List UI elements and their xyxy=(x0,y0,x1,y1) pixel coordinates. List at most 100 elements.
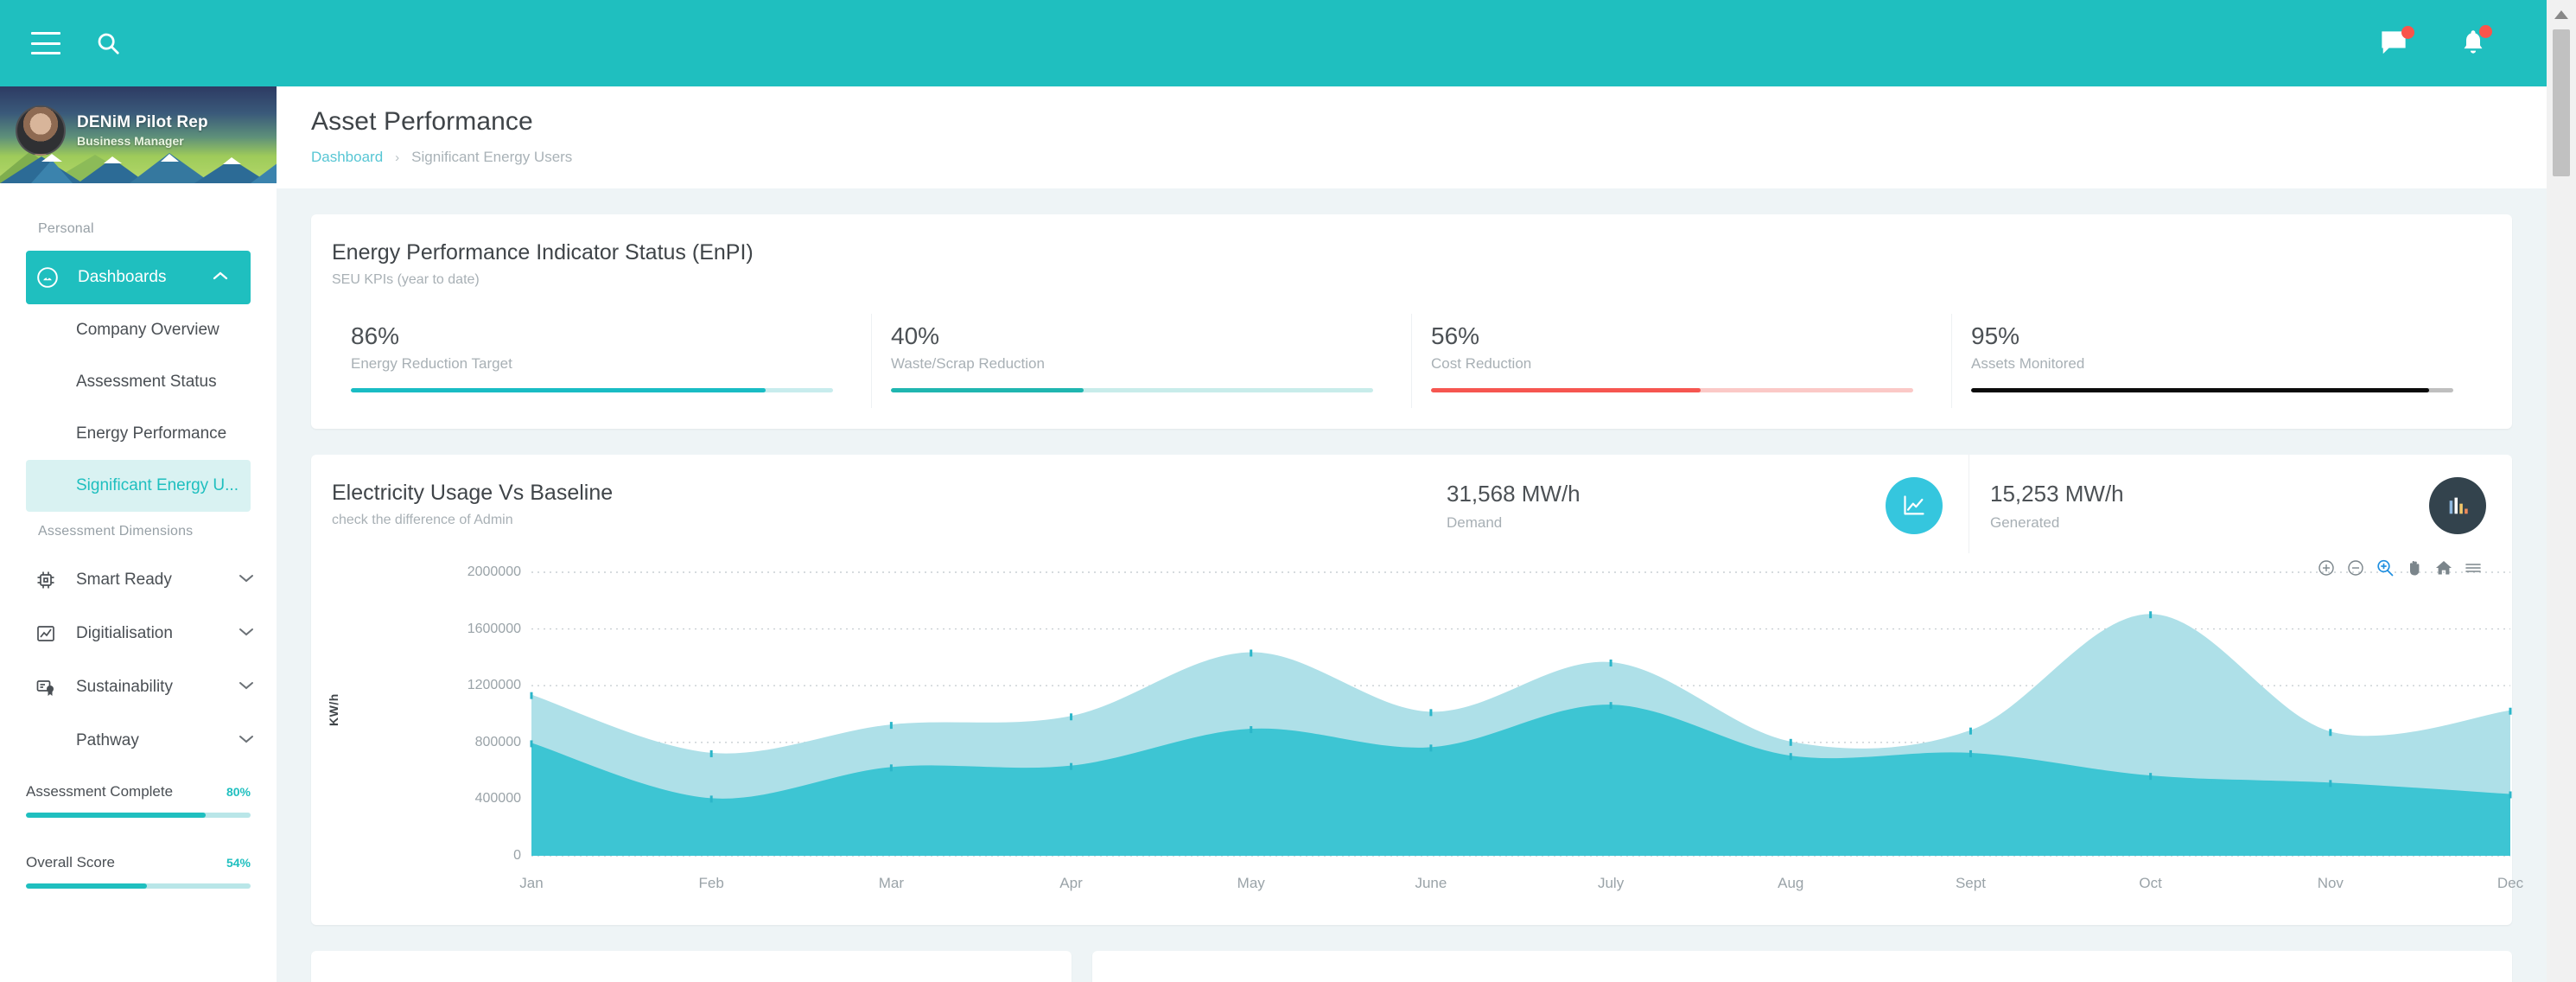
app-root: DENiM Pilot Rep Business Manager Persona… xyxy=(0,0,2576,982)
bottom-card-right xyxy=(1092,951,2512,982)
selection-zoom-icon[interactable] xyxy=(2376,558,2395,577)
top-bar-left xyxy=(0,30,121,56)
main-content: Asset Performance Dashboard › Significan… xyxy=(277,86,2547,982)
sidebar-progress: Assessment Complete 80% Overall Score 54… xyxy=(0,783,277,889)
enpi-kpi-row: 86% Energy Reduction Target 40% Waste/Sc… xyxy=(332,314,2491,408)
electricity-title-col: Electricity Usage Vs Baseline check the … xyxy=(311,455,1426,553)
kpi-waste-scrap-reduction: 40% Waste/Scrap Reduction xyxy=(871,314,1411,408)
kpi-cost-reduction: 56% Cost Reduction xyxy=(1411,314,1951,408)
breadcrumb-link-dashboard[interactable]: Dashboard xyxy=(311,149,383,166)
bar-chart-icon[interactable] xyxy=(2429,477,2486,534)
kpi-track xyxy=(351,388,833,392)
panning-icon[interactable] xyxy=(2405,558,2424,577)
sidebar-subitem-assessment-status[interactable]: Assessment Status xyxy=(0,356,277,408)
chart-y-axis-label: KW/h xyxy=(327,693,340,726)
sidebar-item-sustainability[interactable]: Sustainability xyxy=(0,660,277,714)
kpi-track xyxy=(1971,388,2453,392)
chart-line-icon xyxy=(31,623,60,644)
profile-header: DENiM Pilot Rep Business Manager xyxy=(0,86,277,183)
kpi-track xyxy=(1431,388,1913,392)
reset-home-icon[interactable] xyxy=(2434,558,2453,577)
kpi-value: 56% xyxy=(1431,322,1913,350)
kpi-label: Assets Monitored xyxy=(1971,355,2453,373)
bottom-card-row xyxy=(311,951,2512,982)
progress-fill xyxy=(26,813,206,818)
message-badge-dot xyxy=(2401,26,2414,39)
profile-name: DENiM Pilot Rep xyxy=(77,113,208,132)
sidebar-item-dashboards[interactable]: Dashboards xyxy=(26,251,251,304)
sidebar-item-label: Pathway xyxy=(76,731,139,750)
nav-section-personal: Personal xyxy=(0,209,277,251)
progress-label: Overall Score xyxy=(26,854,115,871)
sidebar-subitem-label: Energy Performance xyxy=(76,424,226,443)
electricity-card: Electricity Usage Vs Baseline check the … xyxy=(311,455,2512,925)
page-title: Asset Performance xyxy=(311,107,2512,137)
top-bar xyxy=(0,0,2547,86)
kpi-fill xyxy=(891,388,1084,392)
sidebar-item-label: Sustainability xyxy=(76,678,173,697)
page-scrollbar[interactable] xyxy=(2547,0,2576,982)
breadcrumb: Dashboard › Significant Energy Users xyxy=(311,149,2512,166)
nav-section-assessment-dimensions: Assessment Dimensions xyxy=(0,512,277,553)
electricity-title: Electricity Usage Vs Baseline xyxy=(332,481,1405,506)
hamburger-icon[interactable] xyxy=(31,32,60,54)
scrollbar-thumb[interactable] xyxy=(2553,29,2570,176)
kpi-label: Cost Reduction xyxy=(1431,355,1913,373)
sidebar-subitem-company-overview[interactable]: Company Overview xyxy=(0,304,277,356)
message-icon[interactable] xyxy=(2379,30,2408,56)
stat-value: 15,253 MW/h xyxy=(1990,481,2124,507)
profile-info[interactable]: DENiM Pilot Rep Business Manager xyxy=(16,105,208,156)
sidebar-subitem-significant-energy-users[interactable]: Significant Energy U... xyxy=(26,460,251,512)
avatar xyxy=(16,105,66,156)
zoom-in-icon[interactable] xyxy=(2317,558,2336,577)
sidebar-nav: Personal Dashboards Company Overview xyxy=(0,183,277,889)
electricity-chart[interactable]: KW/h 0400000800000120000016000002000000 … xyxy=(311,553,2512,925)
sidebar-subitem-label: Company Overview xyxy=(76,321,219,340)
kpi-assets-monitored: 95% Assets Monitored xyxy=(1951,314,2491,408)
progress-track xyxy=(26,883,251,889)
search-icon[interactable] xyxy=(95,30,121,56)
chip-icon xyxy=(31,570,60,590)
chart-plot xyxy=(372,562,2532,908)
stat-value: 31,568 MW/h xyxy=(1447,481,1581,507)
sidebar-subitem-energy-performance[interactable]: Energy Performance xyxy=(0,408,277,460)
sidebar-item-digitialisation[interactable]: Digitialisation xyxy=(0,607,277,660)
chevron-down-icon xyxy=(239,572,254,588)
electricity-card-header: Electricity Usage Vs Baseline check the … xyxy=(311,455,2512,553)
progress-value: 54% xyxy=(226,856,251,870)
profile-role: Business Manager xyxy=(77,134,208,148)
kpi-value: 40% xyxy=(891,322,1373,350)
kpi-fill xyxy=(1431,388,1701,392)
progress-value: 80% xyxy=(226,785,251,799)
top-bar-right xyxy=(2379,29,2547,57)
bottom-card-left xyxy=(311,951,1072,982)
dashboard-gauge-icon xyxy=(33,266,62,289)
chevron-down-icon xyxy=(239,733,254,749)
sidebar-subitem-label: Significant Energy U... xyxy=(76,476,239,495)
zoom-out-icon[interactable] xyxy=(2346,558,2365,577)
chevron-down-icon xyxy=(239,626,254,641)
kpi-fill xyxy=(351,388,766,392)
kpi-track xyxy=(891,388,1373,392)
kpi-label: Waste/Scrap Reduction xyxy=(891,355,1373,373)
page-header: Asset Performance Dashboard › Significan… xyxy=(277,86,2547,188)
kpi-fill xyxy=(1971,388,2429,392)
enpi-card-body: Energy Performance Indicator Status (EnP… xyxy=(311,214,2512,429)
line-chart-icon[interactable] xyxy=(1886,477,1943,534)
sidebar: DENiM Pilot Rep Business Manager Persona… xyxy=(0,86,277,982)
sidebar-item-smart-ready[interactable]: Smart Ready xyxy=(0,553,277,607)
stat-generated: 15,253 MW/h Generated xyxy=(1969,455,2512,553)
sidebar-item-label: Dashboards xyxy=(78,268,166,287)
sidebar-item-label: Digitialisation xyxy=(76,624,173,643)
scrollbar-up-arrow[interactable] xyxy=(2547,0,2576,29)
breadcrumb-separator-icon: › xyxy=(395,150,399,165)
bell-icon[interactable] xyxy=(2460,29,2486,57)
kpi-label: Energy Reduction Target xyxy=(351,355,833,373)
progress-track xyxy=(26,813,251,818)
stat-demand: 31,568 MW/h Demand xyxy=(1426,455,1969,553)
stat-label: Generated xyxy=(1990,514,2124,532)
enpi-subtitle: SEU KPIs (year to date) xyxy=(332,272,2491,288)
progress-fill xyxy=(26,883,147,889)
sidebar-item-pathway[interactable]: Pathway xyxy=(0,714,277,768)
menu-icon[interactable] xyxy=(2464,558,2483,577)
